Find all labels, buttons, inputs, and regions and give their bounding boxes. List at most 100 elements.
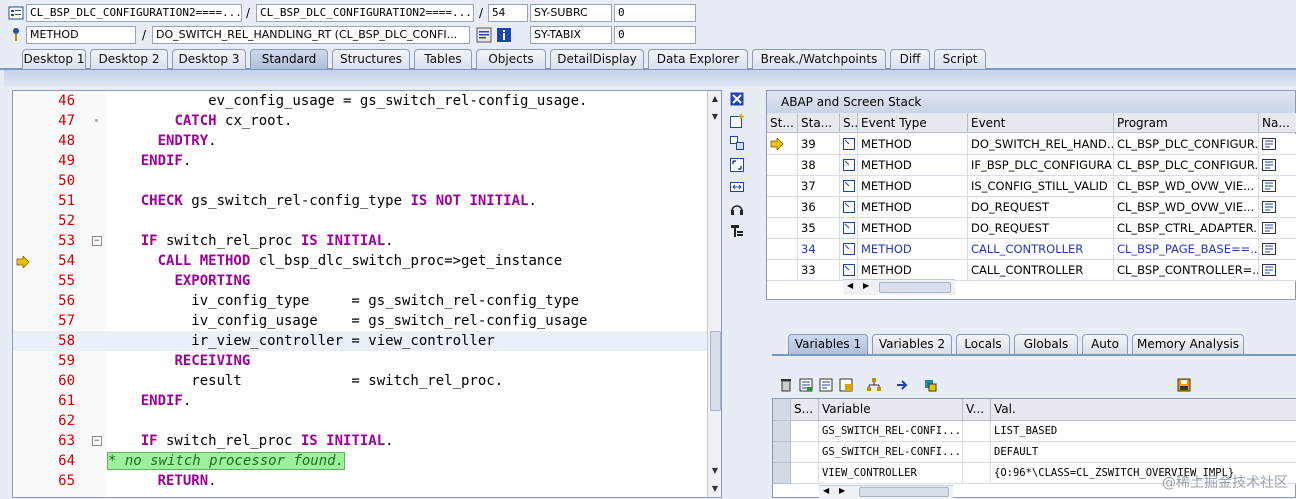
scroll-thumb[interactable]	[859, 487, 949, 497]
row-selector[interactable]	[773, 442, 791, 463]
stack-row-event-type[interactable]: METHOD	[858, 155, 968, 176]
scroll-down-arrow-icon[interactable]: ▼	[709, 111, 721, 123]
stack-row-program[interactable]: CL_BSP_DLC_CONFIGUR...	[1114, 155, 1259, 176]
stack-row-program[interactable]: CL_BSP_CTRL_ADAPTER...	[1114, 218, 1259, 239]
stack-row-level[interactable]: 39	[798, 134, 840, 155]
code-line[interactable]: 62	[13, 411, 707, 431]
stack-row-nav[interactable]	[1259, 134, 1296, 155]
var-column-header[interactable]: Val.	[991, 399, 1296, 421]
source-code-editor[interactable]: 46 ev_config_usage = gs_switch_rel-confi…	[12, 90, 722, 498]
tab-desktop-3[interactable]: Desktop 3	[172, 49, 246, 69]
stack-row-status[interactable]	[767, 176, 798, 197]
var-column-header[interactable]: S...	[791, 399, 819, 421]
variables-horizontal-scrollbar[interactable]: ◀ ▶	[819, 485, 953, 499]
code-line[interactable]: 51 CHECK gs_switch_rel-config_type IS NO…	[13, 191, 707, 211]
var-row-name[interactable]: VIEW_CONTROLLER	[819, 463, 963, 484]
code-line[interactable]: 60 result = switch_rel_proc.	[13, 371, 707, 391]
code-line[interactable]: 48 ENDTRY.	[13, 131, 707, 151]
save-layout-icon[interactable]	[818, 378, 834, 394]
stack-row-status[interactable]	[767, 260, 798, 281]
stack-row-program[interactable]: CL_BSP_WD_OVW_VIE...	[1114, 197, 1259, 218]
stack-row-event-type[interactable]: METHOD	[858, 197, 968, 218]
code-line[interactable]: 54 CALL METHOD cl_bsp_dlc_switch_proc=>g…	[13, 251, 707, 271]
var-tab-auto[interactable]: Auto	[1082, 334, 1128, 354]
scroll-right-icon[interactable]: ▶	[863, 281, 869, 290]
code-line[interactable]: 63 − IF switch_rel_proc IS INITIAL.	[13, 431, 707, 451]
scroll-end-icon[interactable]: ▼	[709, 483, 721, 495]
event-field[interactable]: DO_SWITCH_REL_HANDLING_RT (CL_BSP_DLC_CO…	[152, 26, 470, 44]
tab-data-explorer[interactable]: Data Explorer	[648, 49, 748, 69]
fold-toggle-icon[interactable]: −	[92, 236, 102, 246]
stack-row-event[interactable]: CALL_CONTROLLER	[968, 239, 1114, 260]
fold-toggle-icon[interactable]: −	[92, 436, 102, 446]
stack-row-event[interactable]: DO_SWITCH_REL_HAND...	[968, 134, 1114, 155]
stack-column-header[interactable]: Event Type	[858, 113, 968, 133]
code-line[interactable]: 46 ev_config_usage = gs_switch_rel-confi…	[13, 91, 707, 111]
stack-row-nav[interactable]	[1259, 218, 1296, 239]
stack-column-header[interactable]: St...	[767, 113, 798, 133]
scroll-left-icon[interactable]: ◀	[823, 486, 829, 495]
navigate-source-icon[interactable]	[1262, 138, 1276, 150]
sysvar-name-field-2[interactable]: SY-TABIX	[530, 26, 612, 44]
stack-row-nav[interactable]	[1259, 197, 1296, 218]
var-tab-memory-analysis[interactable]: Memory Analysis	[1132, 334, 1244, 354]
stack-row-event-type[interactable]: METHOD	[858, 260, 968, 281]
headset-icon[interactable]	[728, 202, 746, 220]
code-line[interactable]: 61 ENDIF.	[13, 391, 707, 411]
stack-column-header[interactable]: Event	[968, 113, 1114, 133]
code-line[interactable]: 56 iv_config_type = gs_switch_rel-config…	[13, 291, 707, 311]
stack-row-nav[interactable]	[1259, 260, 1296, 281]
stack-row-nav[interactable]	[1259, 176, 1296, 197]
stack-row-status[interactable]	[767, 155, 798, 176]
tab-tables[interactable]: Tables	[414, 49, 472, 69]
stack-column-header[interactable]: Program	[1114, 113, 1259, 133]
tab-objects[interactable]: Objects	[476, 49, 546, 69]
stack-row-status[interactable]	[767, 239, 798, 260]
scroll-thumb[interactable]	[710, 331, 721, 411]
tab-standard[interactable]: Standard	[250, 49, 328, 69]
tab-detaildisplay[interactable]: DetailDisplay	[550, 49, 644, 69]
code-line[interactable]: 49 ENDIF.	[13, 151, 707, 171]
code-line[interactable]: 47 CATCH cx_root.	[13, 111, 707, 131]
stack-column-header[interactable]: Na...	[1259, 113, 1296, 133]
code-line[interactable]: 53 − IF switch_rel_proc IS INITIAL.	[13, 231, 707, 251]
var-row-value[interactable]: DEFAULT	[991, 442, 1296, 463]
tab-structures[interactable]: Structures	[332, 49, 410, 69]
stack-row-level[interactable]: 36	[798, 197, 840, 218]
editor-vertical-scrollbar[interactable]: ▲ ▼ ▼ ▼	[707, 91, 721, 497]
var-tab-globals[interactable]: Globals	[1014, 334, 1078, 354]
stack-row-event-type[interactable]: METHOD	[858, 218, 968, 239]
var-row-value[interactable]: LIST_BASED	[991, 421, 1296, 442]
stack-row-event-type[interactable]: METHOD	[858, 134, 968, 155]
close-icon[interactable]	[728, 92, 746, 110]
navigate-source-icon[interactable]	[1262, 201, 1276, 213]
display-source-icon[interactable]	[476, 27, 492, 43]
hierarchy-icon[interactable]	[866, 378, 882, 394]
stack-row-status[interactable]	[767, 218, 798, 239]
stack-column-header[interactable]: Sta...	[798, 113, 840, 133]
resize-icon[interactable]	[728, 180, 746, 198]
info-icon[interactable]	[496, 27, 512, 43]
navigate-icon[interactable]	[894, 378, 910, 394]
stack-row-program[interactable]: CL_BSP_PAGE_BASE==...	[1114, 239, 1259, 260]
line-number-field[interactable]: 54	[488, 4, 528, 22]
stack-row-nav[interactable]	[1259, 239, 1296, 260]
stack-row-event[interactable]: DO_REQUEST	[968, 197, 1114, 218]
services-icon[interactable]	[728, 224, 746, 242]
save-icon[interactable]	[1176, 378, 1192, 394]
new-tool-icon[interactable]	[728, 114, 746, 132]
stack-row-status[interactable]	[767, 134, 798, 155]
scroll-thumb[interactable]	[879, 282, 951, 293]
tab-diff[interactable]: Diff	[890, 49, 930, 69]
stack-row-level[interactable]: 35	[798, 218, 840, 239]
var-row-name[interactable]: GS_SWITCH_REL-CONFI...	[819, 442, 963, 463]
sysvar-name-field[interactable]: SY-SUBRC	[530, 4, 612, 22]
stack-row-level[interactable]: 37	[798, 176, 840, 197]
delete-icon[interactable]	[778, 378, 794, 394]
tab-break-watchpoints[interactable]: Break./Watchpoints	[752, 49, 886, 69]
navigate-source-icon[interactable]	[1262, 159, 1276, 171]
program-field[interactable]: CL_BSP_DLC_CONFIGURATION2====...	[26, 4, 242, 22]
stack-row-level[interactable]: 38	[798, 155, 840, 176]
tab-desktop-1[interactable]: Desktop 1	[22, 49, 86, 69]
stack-row-event[interactable]: IS_CONFIG_STILL_VALID	[968, 176, 1114, 197]
